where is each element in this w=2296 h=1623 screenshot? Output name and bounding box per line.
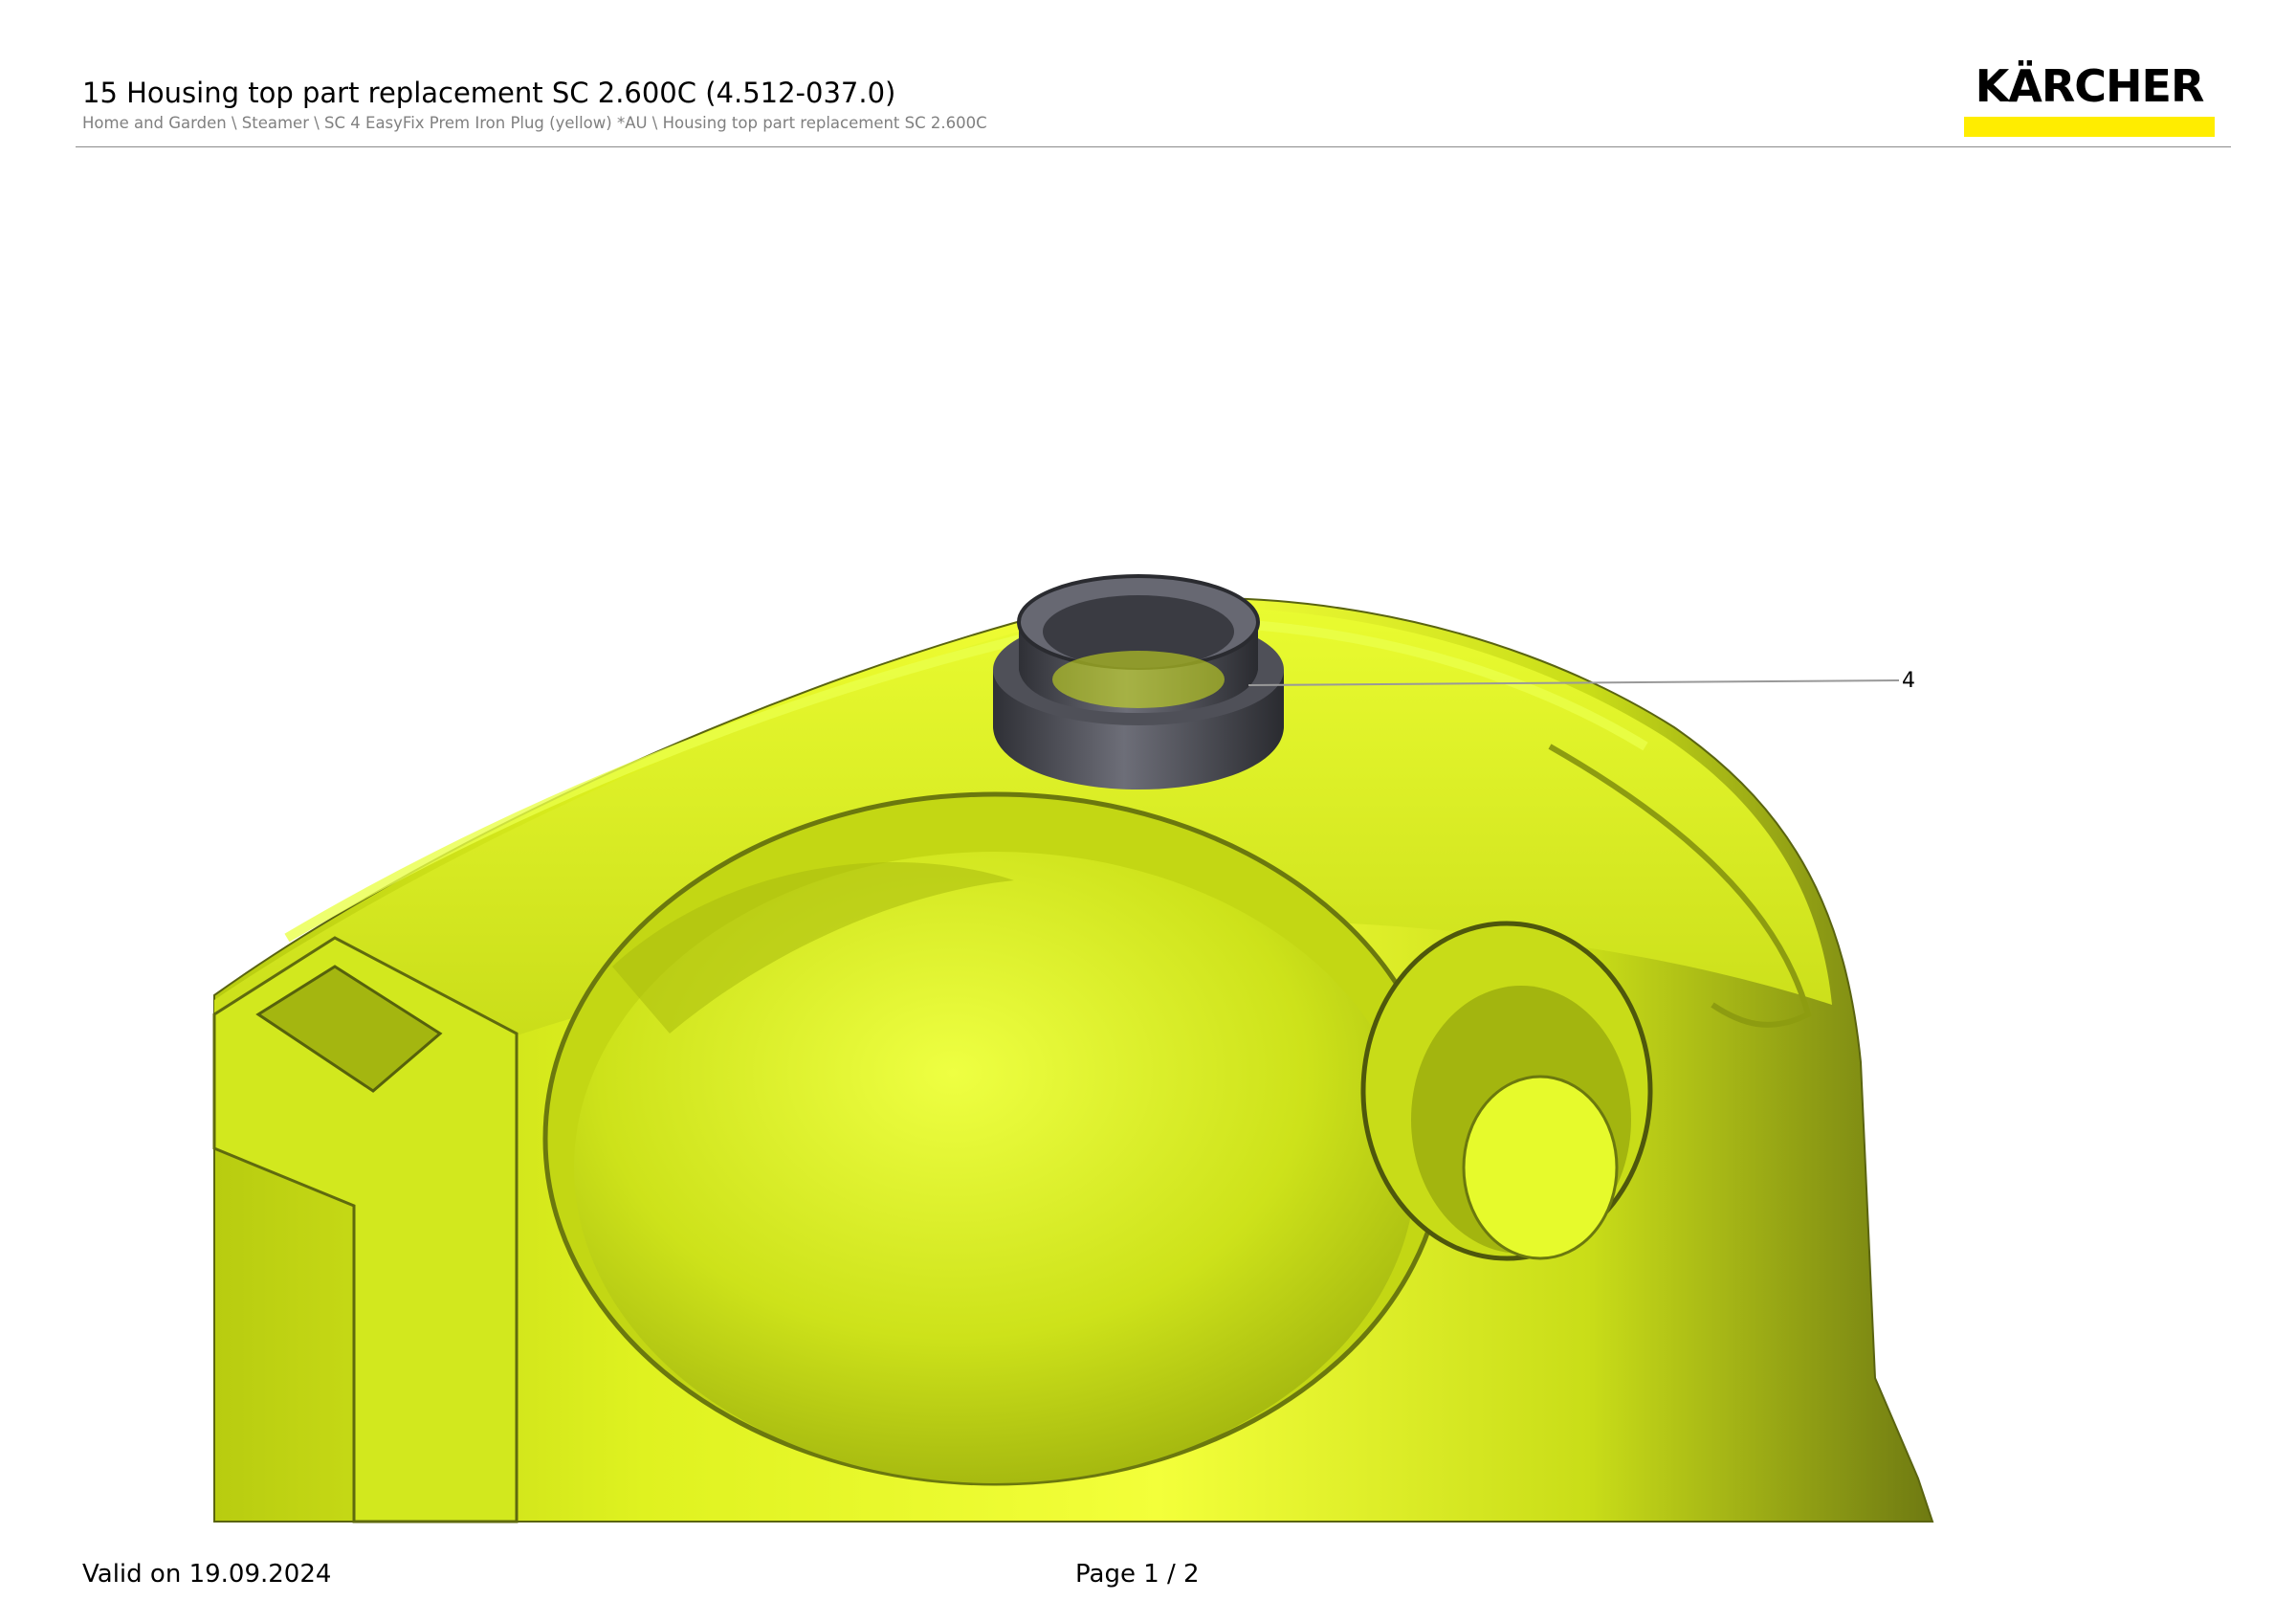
callout-label-4[interactable]: 4 — [1902, 669, 1915, 694]
filler-plug — [1462, 1075, 1619, 1260]
footer-page-number: Page 1 / 2 — [1075, 1560, 1200, 1589]
footer-valid-date: Valid on 19.09.2024 — [82, 1560, 332, 1589]
seal-ring-part-4 — [993, 574, 1284, 789]
exploded-view-drawing — [212, 574, 1934, 1523]
